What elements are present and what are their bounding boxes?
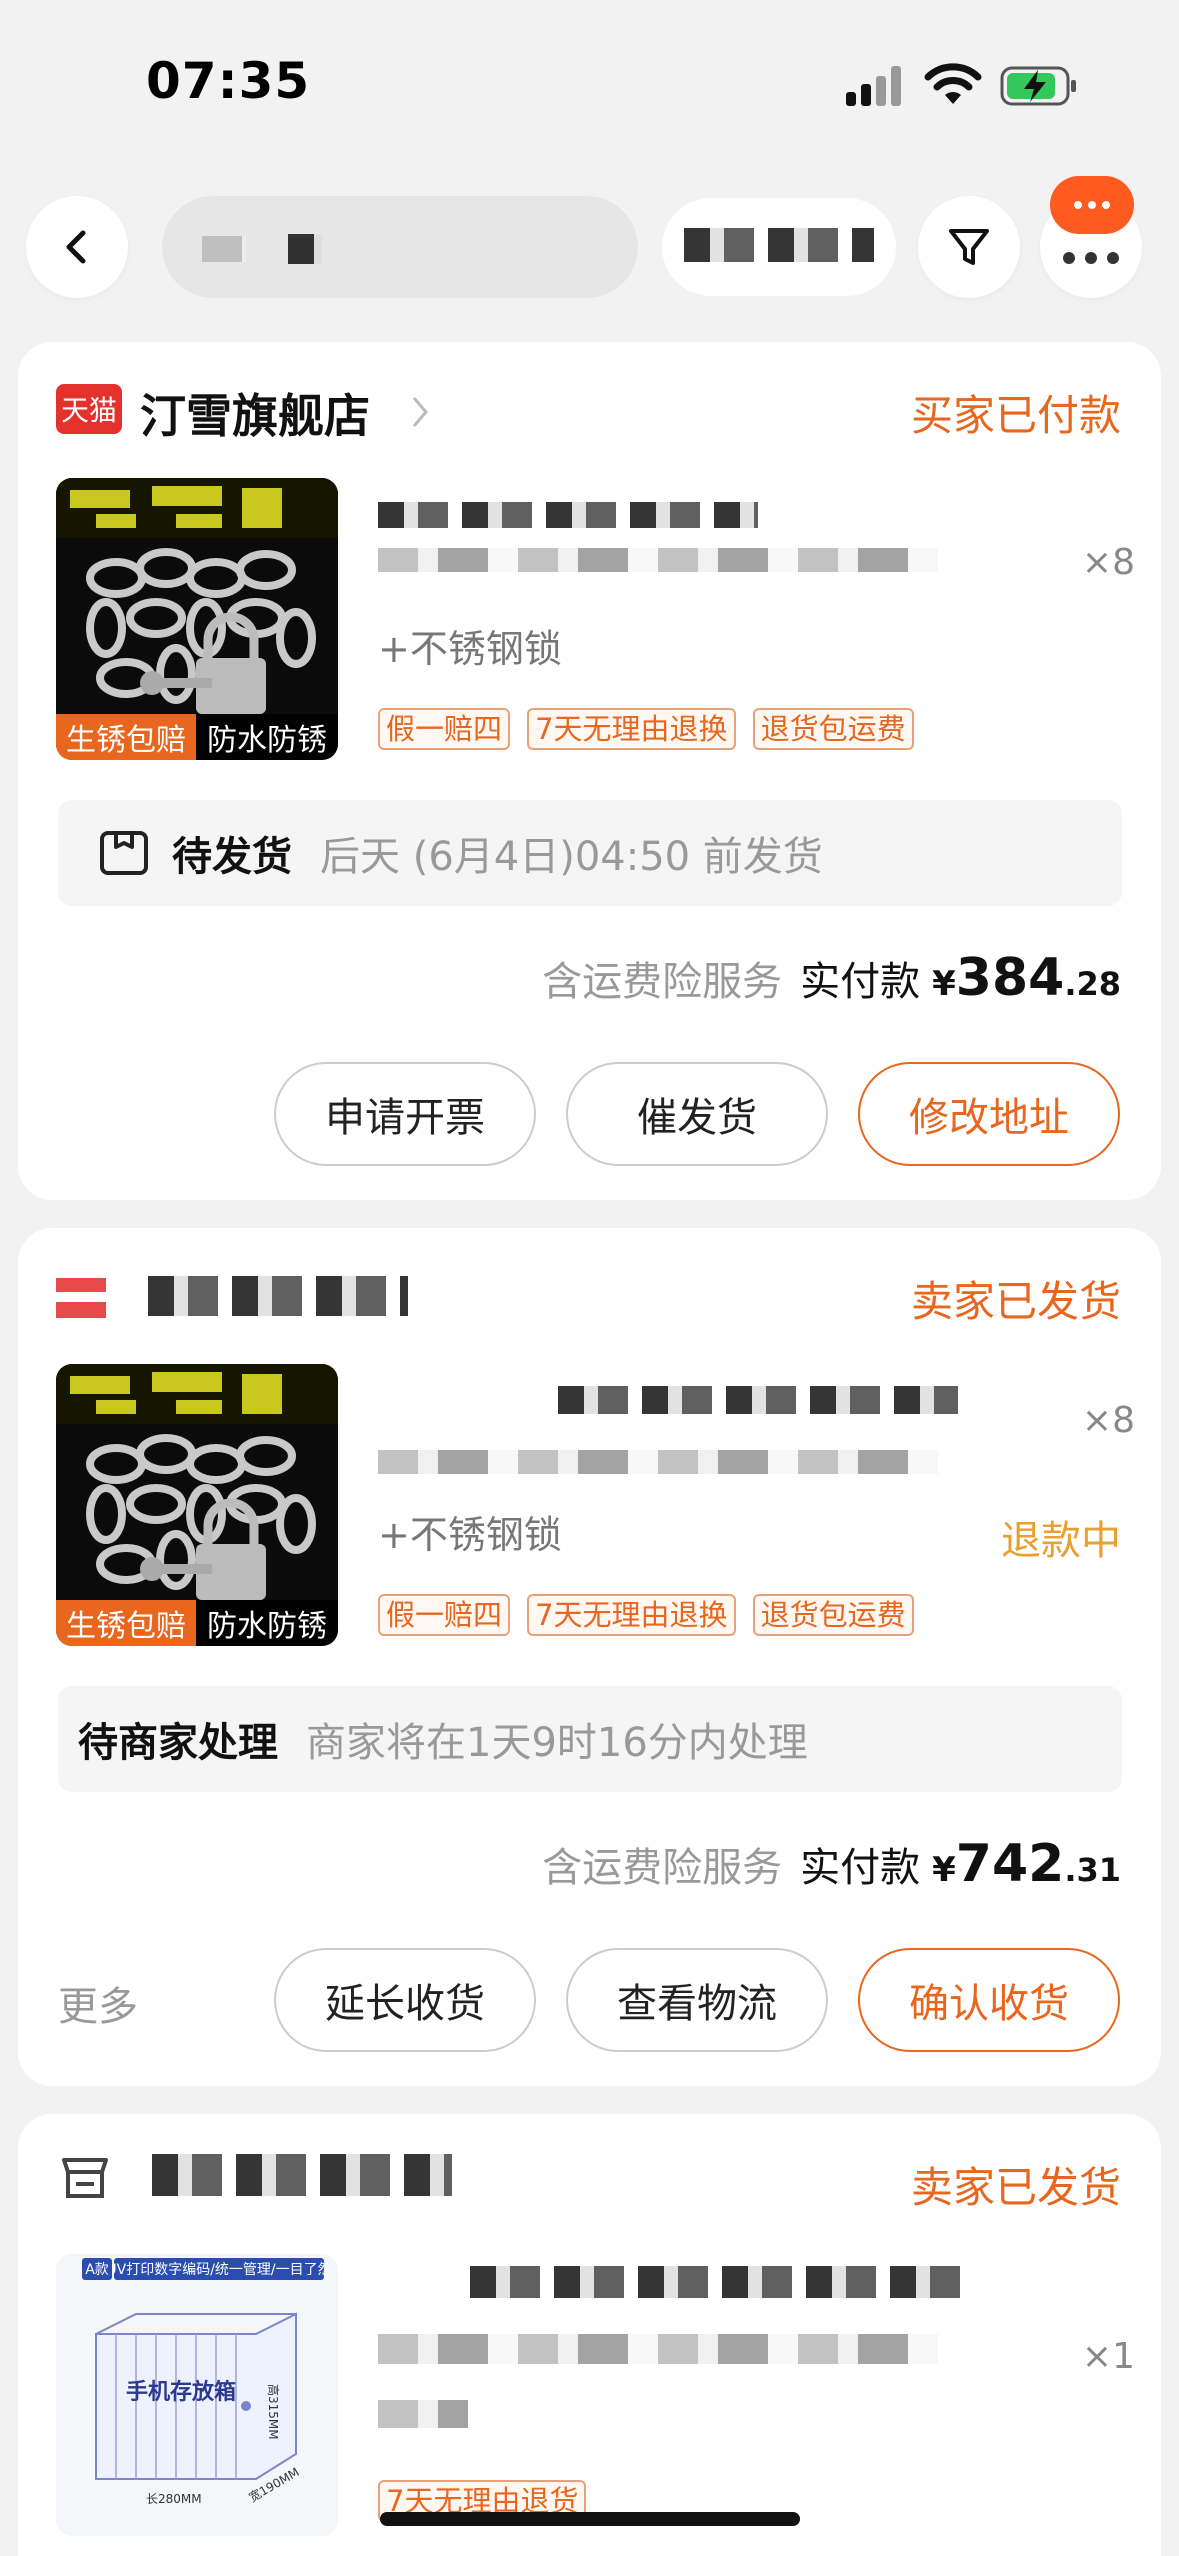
product-image[interactable]: 生锈包赔 防水防锈 bbox=[56, 478, 338, 760]
paid-label: 实付款 bbox=[800, 1845, 921, 1891]
service-chip: 退货包运费 bbox=[752, 708, 914, 750]
shipping-deadline: 后天 (6月4日)04:50 前发货 bbox=[320, 834, 823, 880]
price-decimal: .31 bbox=[1064, 1851, 1121, 1889]
edit-address-button[interactable]: 修改地址 bbox=[858, 1062, 1120, 1166]
insurance-label: 含运费险服务 bbox=[542, 1845, 783, 1891]
product-tag: 生锈包赔 bbox=[56, 1600, 196, 1646]
paid-label: 实付款 bbox=[800, 959, 921, 1005]
view-logistics-button[interactable]: 查看物流 bbox=[566, 1948, 828, 2052]
item-quantity: ×1 bbox=[1081, 2336, 1135, 2377]
request-invoice-button[interactable]: 申请开票 bbox=[274, 1062, 536, 1166]
service-chip: 假一赔四 bbox=[378, 1594, 511, 1636]
order-card[interactable]: 卖家已发货 A款 UV打印数字编码/统一管理/一目了然 手机存放箱 长280MM… bbox=[18, 2114, 1161, 2556]
product-tag: 防水防锈 bbox=[196, 714, 338, 760]
home-indicator bbox=[380, 2512, 800, 2526]
shop-logo bbox=[56, 1278, 106, 1318]
price-row: 含运费险服务 实付款 ¥ 384 .28 bbox=[542, 948, 1121, 1008]
service-chip: 7天无理由退换 bbox=[527, 708, 736, 750]
process-deadline: 商家将在1天9时16分内处理 bbox=[306, 1720, 808, 1766]
tmall-badge: 天猫 bbox=[56, 384, 122, 434]
service-chip: 假一赔四 bbox=[378, 708, 511, 750]
price-decimal: .28 bbox=[1064, 965, 1121, 1003]
urge-shipping-button[interactable]: 催发货 bbox=[566, 1062, 828, 1166]
chevron-left-icon bbox=[66, 230, 86, 264]
filter-icon bbox=[949, 229, 989, 265]
product-tag: 生锈包赔 bbox=[56, 714, 196, 760]
store-icon bbox=[62, 2158, 108, 2198]
chevron-right-icon bbox=[412, 397, 428, 427]
product-variant-badge: A款 bbox=[82, 2258, 112, 2280]
refund-status[interactable]: 退款中 bbox=[1001, 1508, 1121, 1566]
order-status: 卖家已发货 bbox=[910, 2163, 1121, 2212]
dimension-label: 长280MM bbox=[146, 2492, 202, 2506]
shipping-status: 待发货 bbox=[172, 834, 292, 880]
service-chip: 7天无理由退换 bbox=[527, 1594, 736, 1636]
product-image[interactable]: A款 UV打印数字编码/统一管理/一目了然 手机存放箱 长280MM 宽190M… bbox=[56, 2254, 338, 2536]
cellular-signal-icon bbox=[846, 66, 902, 106]
product-sku: +不锈钢锁 bbox=[378, 1513, 562, 1557]
price-integer: 384 bbox=[955, 948, 1065, 1008]
product-sku: +不锈钢锁 bbox=[378, 627, 562, 671]
service-tags: 假一赔四 7天无理由退换 退货包运费 bbox=[378, 708, 926, 750]
message-badge-icon[interactable] bbox=[1050, 176, 1134, 234]
search-input[interactable] bbox=[162, 196, 638, 298]
price-row: 含运费险服务 实付款 ¥ 742 .31 bbox=[542, 1834, 1121, 1894]
service-tags: 假一赔四 7天无理由退换 退货包运费 bbox=[378, 1594, 926, 1636]
back-button[interactable] bbox=[26, 196, 128, 298]
item-quantity: ×8 bbox=[1081, 1400, 1135, 1441]
filter-button[interactable] bbox=[918, 196, 1020, 298]
order-card[interactable]: 天猫 汀雪旗舰店 买家已付款 生锈包赔 防水防锈 ×8 +不锈钢锁 假一赔四 7… bbox=[18, 342, 1161, 1200]
wifi-icon bbox=[924, 63, 982, 104]
status-time: 07:35 bbox=[146, 52, 311, 110]
extend-receipt-button[interactable]: 延长收货 bbox=[274, 1948, 536, 2052]
order-card[interactable]: 卖家已发货 生锈包赔 防水防锈 ×8 +不锈钢锁 退款中 假一赔四 7天无理由退… bbox=[18, 1228, 1161, 2086]
product-image-caption: 手机存放箱 bbox=[126, 2380, 237, 2405]
order-status: 卖家已发货 bbox=[910, 1277, 1121, 1326]
more-link[interactable]: 更多 bbox=[58, 1974, 138, 2032]
confirm-receipt-button[interactable]: 确认收货 bbox=[858, 1948, 1120, 2052]
merchant-process-bar[interactable]: 待商家处理 商家将在1天9时16分内处理 bbox=[58, 1686, 1122, 1792]
product-image[interactable]: 生锈包赔 防水防锈 bbox=[56, 1364, 338, 1646]
dimension-label: 高315MM bbox=[266, 2384, 280, 2440]
package-icon bbox=[100, 831, 148, 875]
service-chip: 退货包运费 bbox=[752, 1594, 914, 1636]
order-filter-tab[interactable] bbox=[662, 198, 896, 296]
order-status: 买家已付款 bbox=[910, 391, 1121, 440]
more-dots-icon bbox=[1063, 252, 1119, 264]
process-status: 待商家处理 bbox=[78, 1720, 278, 1766]
currency-symbol: ¥ bbox=[932, 1850, 956, 1890]
currency-symbol: ¥ bbox=[932, 964, 956, 1004]
shipping-info-bar[interactable]: 待发货 后天 (6月4日)04:50 前发货 bbox=[58, 800, 1122, 906]
product-image-header: UV打印数字编码/统一管理/一目了然 bbox=[114, 2258, 324, 2280]
battery-charging-icon bbox=[1000, 66, 1076, 106]
insurance-label: 含运费险服务 bbox=[542, 959, 783, 1005]
price-integer: 742 bbox=[955, 1834, 1065, 1894]
item-quantity: ×8 bbox=[1081, 542, 1135, 583]
shop-name[interactable]: 汀雪旗舰店 bbox=[140, 380, 370, 446]
product-tag: 防水防锈 bbox=[196, 1600, 338, 1646]
